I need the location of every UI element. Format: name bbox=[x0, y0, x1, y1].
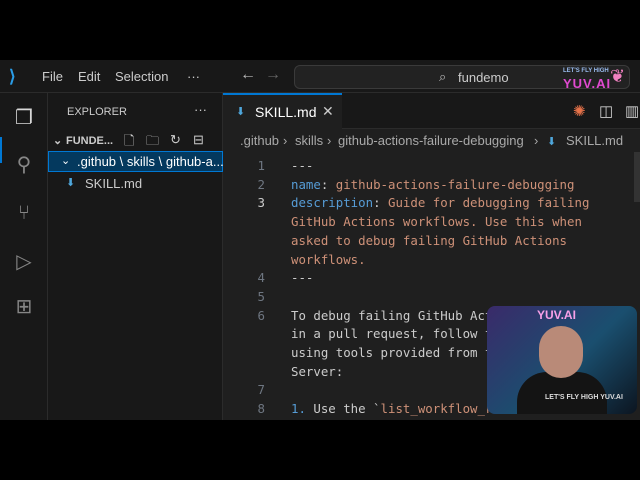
forward-arrow-icon[interactable]: → bbox=[265, 66, 281, 84]
brand-logo: LET'S FLY HIGH YUV.AI ❦ bbox=[560, 66, 635, 92]
source-control-icon[interactable]: ⑂ bbox=[12, 201, 36, 225]
markdown-icon: ⬇ bbox=[236, 106, 246, 118]
code-token: asked to debug failing GitHub Actions bbox=[291, 232, 568, 248]
line-number: 6 bbox=[257, 307, 265, 323]
code-token: 1. bbox=[291, 401, 306, 417]
breadcrumb-item[interactable]: skills bbox=[295, 133, 323, 148]
tab-skill-md[interactable]: ⬇ SKILL.md ✕ bbox=[223, 93, 342, 129]
code-token: github-actions-failure-debugging bbox=[335, 176, 575, 192]
minimap[interactable] bbox=[634, 152, 640, 202]
code-line: asked to debug failing GitHub Actions bbox=[291, 233, 567, 248]
code-token: description bbox=[291, 195, 374, 211]
search-text: fundemo bbox=[458, 70, 509, 85]
tab-label: SKILL.md bbox=[255, 104, 317, 120]
code-token: --- bbox=[291, 158, 314, 173]
split-editor-icon[interactable]: ▥ bbox=[625, 102, 639, 120]
code-token: : bbox=[373, 195, 388, 211]
webcam-overlay: YUV.AI LET'S FLY HIGH YUV.AI bbox=[487, 306, 637, 414]
breadcrumb-separator: › bbox=[534, 133, 539, 148]
breadcrumb-item[interactable]: .github bbox=[240, 133, 279, 148]
line-number: 7 bbox=[257, 382, 265, 398]
code-token: workflows. bbox=[291, 251, 366, 267]
phoenix-icon: ❦ bbox=[610, 66, 626, 86]
close-icon[interactable]: ✕ bbox=[322, 103, 334, 120]
tree-item-github-skills[interactable]: ⌄ .github \ skills \ github-a... bbox=[48, 151, 224, 172]
copilot-spark-icon[interactable]: ✺ bbox=[573, 102, 586, 120]
line-number: 5 bbox=[257, 288, 265, 304]
code-line: GitHub Actions workflows. Use this when bbox=[291, 214, 582, 229]
line-number: 3 bbox=[257, 195, 265, 211]
code-token: --- bbox=[291, 270, 314, 286]
code-line: name: github-actions-failure-debugging bbox=[291, 177, 574, 192]
workspace-folder[interactable]: ⌄ FUNDE... 🗋 🗀 ↻ ⊟ bbox=[48, 131, 223, 151]
presenter-body bbox=[517, 372, 607, 414]
code-line: Server: bbox=[291, 364, 343, 379]
breadcrumb-item[interactable]: github-actions-failure-debugging bbox=[338, 133, 524, 148]
code-line: workflows. bbox=[291, 252, 366, 267]
explorer-icon[interactable]: ❐ bbox=[12, 106, 36, 130]
markdown-icon: ⬇ bbox=[66, 177, 76, 189]
tree-item-label: .github \ skills \ github-a... bbox=[77, 154, 224, 169]
presenter-head bbox=[539, 326, 583, 378]
tree-item-skill-md[interactable]: ⬇ SKILL.md bbox=[48, 173, 223, 194]
chevron-down-icon: ⌄ bbox=[53, 135, 63, 147]
line-number: 2 bbox=[257, 176, 265, 192]
code-line: --- bbox=[291, 270, 313, 285]
line-number: 1 bbox=[257, 158, 265, 173]
collapse-all-icon[interactable]: ⊟ bbox=[193, 132, 204, 148]
line-number: 4 bbox=[257, 270, 265, 286]
explorer-sidebar: EXPLORER ··· ⌄ FUNDE... 🗋 🗀 ↻ ⊟ ⌄ .githu… bbox=[48, 93, 224, 420]
code-token: Use the ` bbox=[305, 401, 381, 417]
code-token: GitHub Actions workflows. Use this when bbox=[291, 214, 582, 230]
code-token: : bbox=[320, 176, 336, 192]
vscode-window: ⟩ File Edit Selection ··· ← → ⌕ fundemo … bbox=[0, 60, 640, 420]
code-token: name bbox=[291, 176, 321, 192]
extensions-icon[interactable]: ⊞ bbox=[12, 295, 36, 319]
active-indicator bbox=[0, 137, 2, 163]
menu-edit[interactable]: Edit bbox=[78, 69, 100, 84]
markdown-icon: ⬇ bbox=[547, 136, 557, 148]
search-icon[interactable]: ⚲ bbox=[12, 153, 36, 177]
brand-tagline: LET'S FLY HIGH bbox=[563, 68, 609, 74]
editor-tabs: ⬇ SKILL.md ✕ ✺ ◫ ▥ bbox=[223, 93, 640, 129]
activity-bar: ❐ ⚲ ⑂ ▷ ⊞ bbox=[0, 93, 48, 420]
breadcrumb-separator: › bbox=[283, 133, 288, 148]
title-bar: ⟩ File Edit Selection ··· ← → ⌕ fundemo … bbox=[0, 60, 640, 93]
run-debug-icon[interactable]: ▷ bbox=[12, 250, 36, 274]
explorer-more-button[interactable]: ··· bbox=[194, 102, 207, 117]
menu-file[interactable]: File bbox=[42, 69, 63, 84]
folder-name: FUNDE... bbox=[66, 135, 114, 147]
open-preview-icon[interactable]: ◫ bbox=[599, 102, 613, 120]
code-line: description: Guide for debugging failing bbox=[291, 195, 589, 210]
code-token: Server: bbox=[291, 363, 344, 379]
back-arrow-icon[interactable]: ← bbox=[240, 66, 256, 84]
menu-more[interactable]: ··· bbox=[187, 69, 200, 84]
code-token: Guide for debugging failing bbox=[387, 195, 590, 211]
brand-name: YUV.AI bbox=[563, 76, 612, 91]
breadcrumb-separator: › bbox=[327, 133, 332, 148]
line-number: 8 bbox=[257, 401, 265, 417]
breadcrumb-item[interactable]: SKILL.md bbox=[566, 133, 623, 148]
search-icon: ⌕ bbox=[439, 69, 447, 84]
code-line: --- bbox=[291, 158, 313, 173]
chevron-down-icon: ⌄ bbox=[61, 155, 71, 167]
neon-sign: YUV.AI bbox=[537, 308, 576, 322]
explorer-title: EXPLORER bbox=[67, 106, 127, 118]
vscode-logo-icon: ⟩ bbox=[9, 67, 16, 86]
shirt-print: LET'S FLY HIGH YUV.AI bbox=[545, 394, 623, 401]
menu-selection[interactable]: Selection bbox=[115, 69, 168, 84]
breadcrumb: .github › skills › github-actions-failur… bbox=[223, 129, 640, 152]
tree-item-label: SKILL.md bbox=[85, 176, 143, 191]
refresh-icon[interactable]: ↻ bbox=[170, 132, 181, 148]
